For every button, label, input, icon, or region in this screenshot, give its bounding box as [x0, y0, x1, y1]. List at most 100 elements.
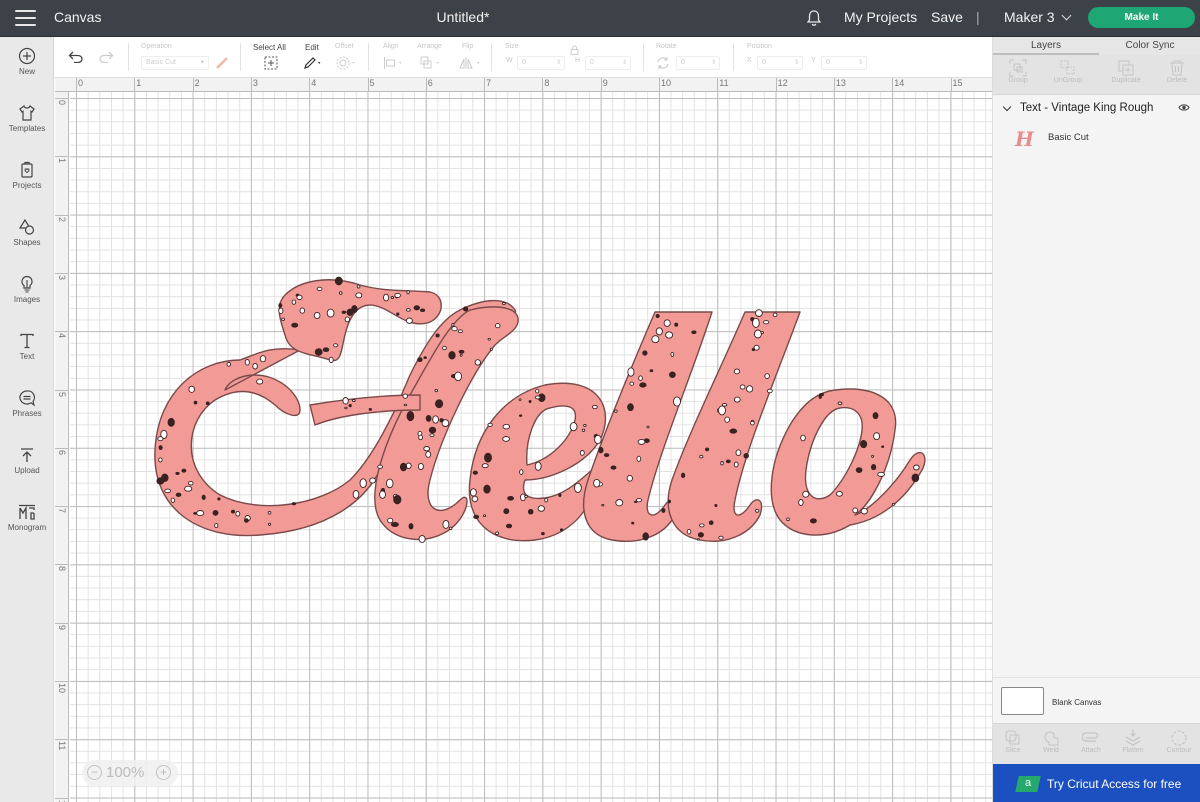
- ruler-tick: [775, 78, 777, 91]
- layer-item-name: Basic Cut: [1048, 132, 1089, 143]
- ruler-tick: [55, 156, 68, 158]
- y-position-input[interactable]: 0 ⇕: [821, 56, 867, 70]
- ruler-tick: [600, 78, 602, 91]
- weld-button[interactable]: Weld: [1031, 729, 1071, 754]
- sidebar-item-label: Upload: [14, 466, 40, 475]
- blank-canvas-row[interactable]: Blank Canvas: [993, 677, 1200, 723]
- undo-icon[interactable]: [68, 51, 84, 63]
- zoom-out-button[interactable]: −: [87, 765, 102, 780]
- stepper-icon[interactable]: ⇕: [794, 57, 799, 69]
- ruler-tick: [55, 564, 68, 566]
- ruler-tick-label: 11: [719, 78, 729, 88]
- height-value: 0: [590, 59, 594, 66]
- chevron-down-icon[interactable]: [1002, 102, 1012, 112]
- ruler-tick-label: 9: [602, 78, 608, 88]
- eye-icon[interactable]: [1178, 103, 1190, 112]
- select-all-icon[interactable]: [264, 56, 278, 70]
- stepper-icon[interactable]: ⇕: [622, 57, 627, 69]
- stepper-icon[interactable]: ⇕: [711, 57, 716, 69]
- sidebar-item-shapes[interactable]: Shapes: [0, 208, 54, 265]
- operation-label: Operation: [141, 43, 172, 50]
- sidebar-item-text[interactable]: Text: [0, 322, 54, 379]
- rotate-input[interactable]: 0 ⇕: [676, 56, 720, 70]
- ruler-tick-label: 8: [544, 78, 550, 88]
- left-sidebar: New Templates Projects Shapes Images Tex…: [0, 37, 54, 802]
- operation-value: Basic Cut: [146, 59, 176, 66]
- ruler-tick: [55, 272, 68, 274]
- ruler-tick-label: 7: [486, 78, 492, 88]
- bell-icon[interactable]: [806, 9, 822, 27]
- sidebar-item-new[interactable]: New: [0, 37, 54, 94]
- width-input[interactable]: 0 ⇕: [517, 56, 565, 70]
- ruler-tick: [659, 78, 660, 91]
- tab-layers[interactable]: Layers: [993, 37, 1099, 55]
- offset-icon[interactable]: [336, 56, 358, 70]
- redo-icon[interactable]: [98, 51, 114, 63]
- ruler-tick: [950, 78, 952, 91]
- ruler-tick-label: 10: [57, 683, 67, 694]
- combine-actions: Slice Weld Attach Flatten Contour: [993, 723, 1200, 764]
- panel-tabs: Layers Color Sync: [993, 37, 1200, 55]
- x-position-input[interactable]: 0 ⇕: [757, 56, 803, 70]
- speech-bubble-icon: [19, 390, 36, 407]
- machine-selector[interactable]: Maker 3: [1004, 9, 1072, 25]
- attach-label: Attach: [1081, 747, 1101, 754]
- operation-select[interactable]: Basic Cut ▾: [141, 56, 209, 70]
- header-separator: |: [976, 9, 980, 25]
- flip-icon[interactable]: [459, 56, 483, 70]
- sidebar-item-label: Projects: [12, 181, 42, 190]
- attach-button[interactable]: Attach: [1071, 729, 1111, 754]
- ruler-tick: [55, 331, 68, 333]
- sidebar-item-label: Monogram: [7, 523, 47, 532]
- sidebar-item-monogram[interactable]: Monogram: [0, 493, 54, 550]
- group-button[interactable]: Group: [993, 59, 1043, 84]
- lock-icon[interactable]: [570, 45, 579, 55]
- slice-button[interactable]: Slice: [993, 729, 1033, 754]
- arrange-icon[interactable]: [420, 56, 442, 70]
- document-title[interactable]: Untitled*: [0, 9, 926, 25]
- stepper-icon[interactable]: ⇕: [556, 57, 561, 69]
- tab-color-sync[interactable]: Color Sync: [1099, 37, 1200, 55]
- duplicate-button[interactable]: Duplicate: [1101, 59, 1151, 84]
- design-canvas[interactable]: [70, 92, 992, 802]
- ruler-tick-label: 7: [57, 508, 67, 514]
- plus-circle-icon: [18, 47, 36, 65]
- delete-button[interactable]: Delete: [1155, 59, 1199, 84]
- layer-group-name: Text - Vintage King Rough: [1020, 102, 1154, 114]
- zoom-in-button[interactable]: +: [156, 765, 171, 780]
- edit-pencil-icon[interactable]: [303, 56, 323, 70]
- sidebar-item-images[interactable]: Images: [0, 265, 54, 322]
- my-projects-link[interactable]: My Projects: [844, 9, 917, 25]
- make-it-button[interactable]: Make It: [1088, 7, 1195, 28]
- ruler-tick: [55, 214, 68, 216]
- sidebar-item-templates[interactable]: Templates: [0, 94, 54, 151]
- stepper-icon[interactable]: ⇕: [858, 57, 863, 69]
- align-icon[interactable]: [383, 56, 405, 70]
- layer-group-row[interactable]: Text - Vintage King Rough: [993, 100, 1200, 118]
- rotate-icon[interactable]: [656, 56, 670, 70]
- cricut-access-banner[interactable]: a Try Cricut Access for free: [993, 764, 1200, 802]
- ruler-tick: [55, 622, 68, 624]
- pen-color-icon[interactable]: [215, 56, 229, 70]
- canvas-swatch[interactable]: [1001, 687, 1044, 715]
- contour-label: Contour: [1166, 747, 1192, 754]
- ruler-tick: [55, 389, 68, 391]
- sidebar-item-upload[interactable]: Upload: [0, 436, 54, 493]
- height-input[interactable]: 0 ⇕: [585, 56, 631, 70]
- rotate-label: Rotate: [656, 43, 677, 50]
- ruler-tick: [484, 78, 486, 91]
- toolbar-divider: [128, 43, 129, 71]
- ruler-tick-label: 12: [777, 78, 788, 88]
- blank-canvas-label: Blank Canvas: [1052, 698, 1102, 707]
- sidebar-item-projects[interactable]: Projects: [0, 151, 54, 208]
- contour-button[interactable]: Contour: [1159, 729, 1199, 754]
- save-button[interactable]: Save: [931, 9, 963, 25]
- ruler-tick-label: 2: [57, 216, 67, 222]
- layer-item[interactable]: H Basic Cut: [993, 125, 1200, 151]
- ungroup-button[interactable]: UnGroup: [1043, 59, 1093, 84]
- access-badge-letter: a: [1025, 777, 1032, 789]
- flatten-button[interactable]: Flatten: [1113, 729, 1153, 754]
- ruler-tick: [367, 78, 369, 91]
- ruler-tick-label: 0: [57, 100, 67, 106]
- sidebar-item-phrases[interactable]: Phrases: [0, 379, 54, 436]
